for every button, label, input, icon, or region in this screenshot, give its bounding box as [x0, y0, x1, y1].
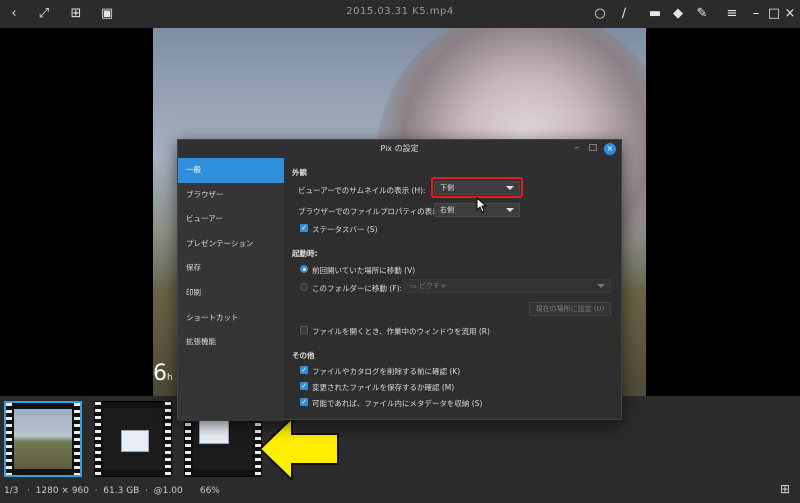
specific-folder-radio[interactable] [300, 283, 308, 291]
settings-dialog: Pix の設定 – □ × 一般 ブラウザー ビューアー プレゼンテーション 保… [177, 139, 623, 421]
fit-window-icon[interactable]: ⊞ [776, 480, 794, 498]
mouse-cursor-icon [476, 197, 488, 213]
sidebar-item-shortcuts[interactable]: ショートカット [178, 306, 284, 331]
confirm-save-checkbox[interactable]: ✓ [300, 382, 308, 390]
red-highlight-box [431, 177, 523, 198]
last-location-label: 前回開いていた場所に移動 (V) [312, 266, 416, 275]
dialog-maximize-icon[interactable]: □ [588, 143, 597, 153]
brush-icon[interactable]: ∕ [614, 4, 634, 24]
statusbar-checkbox[interactable]: ✓ [300, 224, 308, 232]
tags-icon[interactable]: ◆ [668, 4, 688, 24]
specific-folder-label: このフォルダーに移動 (F): [312, 284, 403, 293]
confirm-delete-label: ファイルやカタログを削除する前に確認 (K) [312, 367, 461, 376]
confirm-delete-checkbox[interactable]: ✓ [300, 366, 308, 374]
sidebar-item-browser[interactable]: ブラウザー [178, 183, 284, 208]
section-appearance: 外観 [292, 168, 307, 177]
status-text: 1/3 · 1280 × 960 · 61.3 GB · @1.00 66% [4, 486, 220, 496]
sidebar-item-extensions[interactable]: 拡張機能 [178, 330, 284, 355]
folder-icon: ▭ [410, 282, 419, 290]
statusbar-label: ステータスバー (S) [312, 225, 378, 234]
title-bar: ‹ ⤢ ⊞ ▣ 2015.03.31 K5.mp4 ○ ∕ ▬ ◆ ✎ ≡ – … [0, 0, 800, 28]
chevron-down-icon [597, 284, 605, 288]
sidebar-item-viewer[interactable]: ビューアー [178, 207, 284, 232]
folder-select[interactable]: ▭ ピクチャ [404, 279, 611, 293]
save-metadata-checkbox[interactable]: ✓ [300, 398, 308, 406]
thumbnail-position-label: ビューアーでのサムネイルの表示 (H): [298, 186, 426, 195]
confirm-save-label: 変更されたファイルを保存するか確認 (M) [312, 383, 455, 392]
chevron-down-icon [506, 208, 514, 212]
sidebar-item-save[interactable]: 保存 [178, 256, 284, 281]
sidebar-item-presentation[interactable]: プレゼンテーション [178, 232, 284, 257]
minimize-icon[interactable]: – [746, 4, 766, 24]
set-current-location-button[interactable]: 現在の場所に設定 (U) [529, 302, 611, 316]
section-startup: 起動時: [292, 249, 318, 258]
reuse-window-checkbox[interactable] [300, 326, 308, 334]
comment-icon[interactable]: ▬ [645, 4, 665, 24]
sidebar-item-print[interactable]: 印刷 [178, 281, 284, 306]
dialog-close-icon[interactable]: × [604, 143, 616, 155]
thumbnail-2[interactable] [94, 401, 172, 477]
dialog-title: Pix の設定 [178, 140, 621, 158]
settings-sidebar: 一般 ブラウザー ビューアー プレゼンテーション 保存 印刷 ショートカット 拡… [178, 158, 284, 421]
section-other: その他 [292, 351, 315, 360]
sidebar-item-general[interactable]: 一般 [178, 158, 284, 183]
lightbulb-icon[interactable]: ○ [590, 4, 610, 24]
dialog-minimize-icon[interactable]: – [575, 143, 580, 153]
yellow-arrow-annotation [260, 418, 339, 480]
wrench-icon[interactable]: ✎ [692, 4, 712, 24]
thumbnail-1[interactable] [4, 401, 82, 477]
settings-content: 外観 ビューアーでのサムネイルの表示 (H): 下側 ブラウザーでのファイルプロ… [284, 158, 623, 421]
close-icon[interactable]: × [780, 4, 800, 24]
reuse-window-label: ファイルを開くとき、作業中のウィンドウを流用 (R) [312, 327, 490, 336]
last-location-radio[interactable] [300, 265, 308, 273]
overlay-number: 6h [153, 361, 173, 386]
file-properties-label: ブラウザーでのファイルプロパティの表示 (P): [298, 207, 455, 216]
save-metadata-label: 可能であれば、ファイル内にメタデータを収納 (S) [312, 399, 483, 408]
menu-icon[interactable]: ≡ [722, 4, 742, 24]
